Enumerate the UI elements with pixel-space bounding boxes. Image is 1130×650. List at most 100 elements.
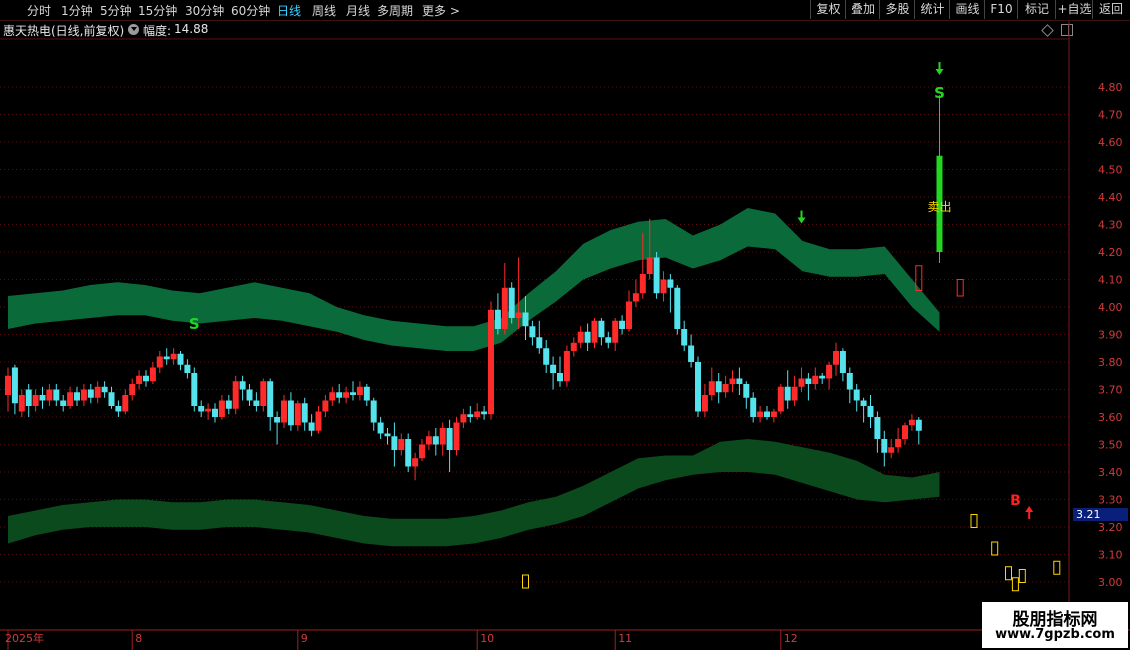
candle <box>343 392 350 398</box>
candle <box>39 395 46 401</box>
candle <box>570 342 577 351</box>
buy-signal-letter: B <box>1010 493 1021 509</box>
candle <box>177 353 184 365</box>
candle <box>550 364 557 373</box>
candle <box>826 364 833 379</box>
candle <box>798 378 805 387</box>
candle <box>688 345 695 362</box>
candle <box>881 439 888 453</box>
y-tick-label: 3.80 <box>1098 356 1123 369</box>
yellow-marker <box>1005 566 1012 581</box>
y-tick-label: 4.00 <box>1098 301 1123 314</box>
candle <box>18 395 25 412</box>
candle <box>612 320 619 343</box>
candle <box>363 386 370 401</box>
candle <box>860 400 867 406</box>
y-tick-label: 3.10 <box>1098 549 1123 562</box>
candle <box>129 384 136 395</box>
candle <box>315 411 322 431</box>
candle <box>639 274 646 294</box>
candle <box>902 425 908 439</box>
candle <box>784 386 791 401</box>
candle <box>191 373 198 406</box>
candle <box>660 279 667 294</box>
candle <box>94 386 101 398</box>
x-tick-label: 11 <box>618 632 632 645</box>
candle <box>874 417 881 439</box>
candle <box>53 389 60 401</box>
candle <box>108 392 115 406</box>
candle <box>681 329 688 346</box>
candle <box>163 356 170 360</box>
down-arrow-icon <box>797 210 806 224</box>
candle <box>522 312 529 327</box>
candle <box>557 373 563 382</box>
candle <box>653 257 660 294</box>
candle <box>136 375 143 384</box>
candle <box>563 351 570 382</box>
x-tick-label: 8 <box>135 632 142 645</box>
candle <box>619 320 626 329</box>
candle <box>764 411 770 417</box>
candle <box>695 362 701 412</box>
candle <box>853 389 860 401</box>
candle <box>432 436 439 445</box>
candle <box>170 353 177 360</box>
candle <box>833 351 839 365</box>
y-tick-label: 4.80 <box>1098 81 1123 94</box>
y-tick-label: 4.20 <box>1098 246 1123 259</box>
candle <box>301 403 308 423</box>
candle <box>529 326 536 338</box>
candle <box>501 287 508 329</box>
candle <box>329 392 336 401</box>
candle <box>460 414 467 423</box>
y-tick-label: 4.30 <box>1098 219 1123 232</box>
x-tick-label: 2025年 <box>5 631 44 645</box>
candle <box>494 309 501 329</box>
kline-chart[interactable]: 3.00 3.10 3.20 3.30 3.40 3.50 3.60 3.70 3.80 3.90… <box>0 0 1130 650</box>
candle <box>156 356 163 368</box>
candle <box>777 386 784 412</box>
candle <box>908 419 915 426</box>
watermark-logo: 股朋指标网 www.7gpzb.com <box>982 602 1128 648</box>
candle <box>419 444 425 459</box>
candle <box>308 422 315 431</box>
y-tick-label: 3.30 <box>1098 494 1123 507</box>
candle <box>239 381 246 390</box>
candle <box>474 411 481 417</box>
candle <box>508 287 515 318</box>
candle <box>294 403 301 426</box>
hollow-candle <box>956 279 964 297</box>
candle <box>701 395 708 412</box>
candle <box>149 367 156 382</box>
candle <box>80 389 87 401</box>
candle <box>439 428 446 445</box>
candle <box>915 419 922 431</box>
x-tick-label: 12 <box>784 632 798 645</box>
candle <box>356 386 363 395</box>
candle <box>260 381 267 406</box>
y-tick-label: 3.20 <box>1098 521 1123 534</box>
candle <box>74 392 80 401</box>
candle <box>846 373 853 390</box>
candle <box>370 400 377 423</box>
candle <box>888 447 895 453</box>
yellow-marker <box>522 574 529 589</box>
candle <box>467 414 474 417</box>
candle <box>225 400 232 409</box>
x-tick-label: 9 <box>301 632 308 645</box>
candle <box>750 397 757 417</box>
candle <box>101 386 108 393</box>
upper-channel-band <box>8 208 940 351</box>
candle <box>405 439 412 467</box>
candle <box>708 381 715 395</box>
candle <box>60 400 67 406</box>
candle <box>543 348 550 365</box>
candle <box>819 375 826 379</box>
candle <box>115 406 122 412</box>
candle <box>212 408 218 417</box>
candle <box>729 378 736 384</box>
candle <box>632 293 639 302</box>
x-tick-label: 10 <box>480 632 494 645</box>
candle <box>25 389 32 406</box>
